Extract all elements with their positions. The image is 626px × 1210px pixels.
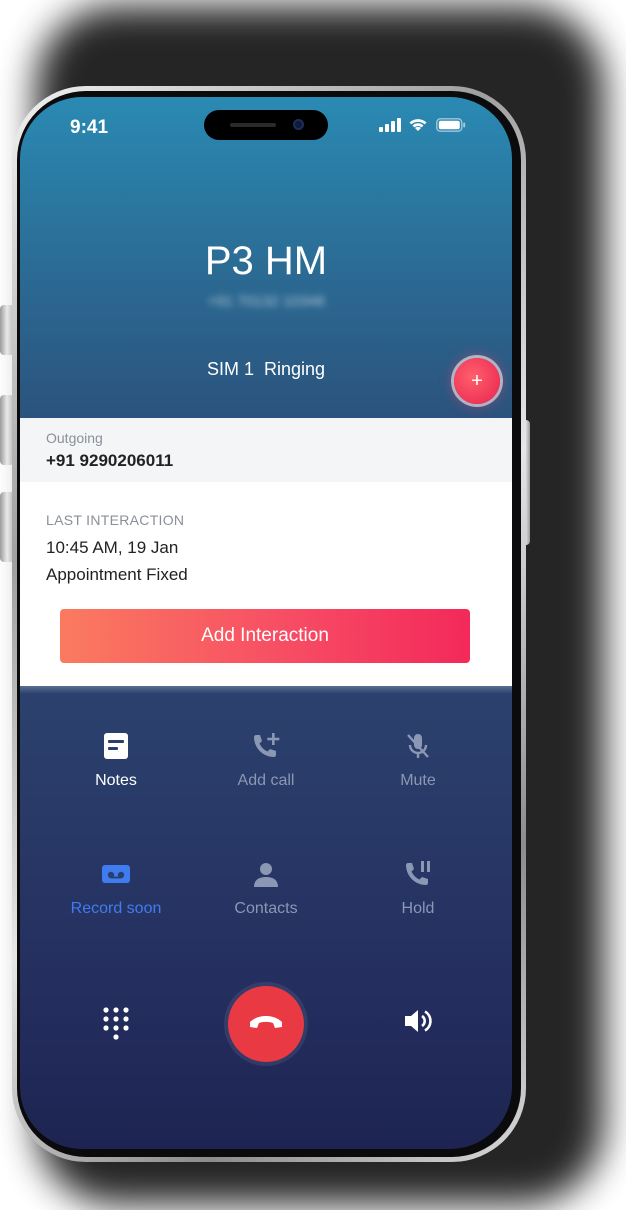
outgoing-number: +91 9290206011 [46, 451, 174, 470]
notes-icon [104, 733, 128, 759]
add-call-icon [254, 733, 280, 757]
call-screen: 9:41 P3 HM +91 70132 10348 SIM 1 Ringing… [20, 97, 512, 1149]
add-call-label: Add call [237, 772, 295, 789]
keypad-icon[interactable] [102, 1006, 130, 1040]
status-bar: 9:41 [20, 97, 512, 157]
end-call-button[interactable] [228, 986, 304, 1062]
hold-button[interactable]: Hold [353, 860, 483, 918]
caller-name: P3 HM [204, 239, 328, 283]
end-call-icon [250, 1016, 282, 1028]
caller-number-blurred: +91 70132 10348 [207, 293, 325, 310]
mute-label: Mute [400, 772, 436, 789]
last-interaction-time: 10:45 AM, 19 Jan [46, 538, 179, 557]
floating-add-button[interactable]: + [454, 358, 500, 404]
last-interaction-note: Appointment Fixed [46, 565, 188, 584]
outgoing-label: Outgoing [46, 430, 103, 446]
battery-icon [436, 118, 466, 132]
notes-button[interactable]: Notes [51, 732, 181, 790]
last-interaction-label: LAST INTERACTION [46, 512, 185, 528]
dynamic-island [204, 110, 328, 140]
record-label: Record soon [70, 900, 162, 917]
front-camera [293, 119, 304, 130]
contacts-button[interactable]: Contacts [201, 860, 331, 918]
notes-label: Notes [95, 772, 137, 789]
record-button[interactable]: Record soon [51, 860, 181, 918]
mute-icon [407, 734, 429, 758]
record-icon [102, 865, 130, 883]
interaction-panel: Outgoing +91 9290206011 LAST INTERACTION… [20, 418, 512, 686]
add-call-button[interactable]: Add call [201, 732, 331, 790]
mute-button[interactable]: Mute [353, 732, 483, 790]
sim-call-status: SIM 1 Ringing [206, 359, 326, 379]
panel-divider [20, 682, 512, 694]
speaker-icon[interactable] [403, 1007, 433, 1035]
cellular-signal-icon [379, 118, 401, 132]
add-interaction-button[interactable]: Add Interaction [60, 609, 470, 663]
contacts-label: Contacts [234, 900, 298, 917]
outgoing-section: Outgoing +91 9290206011 [20, 418, 512, 482]
earpiece-speaker [230, 123, 276, 127]
wifi-icon [409, 119, 427, 131]
contacts-icon [254, 863, 278, 887]
hold-label: Hold [401, 900, 435, 917]
hold-icon [406, 861, 430, 885]
status-time: 9:41 [70, 117, 109, 138]
